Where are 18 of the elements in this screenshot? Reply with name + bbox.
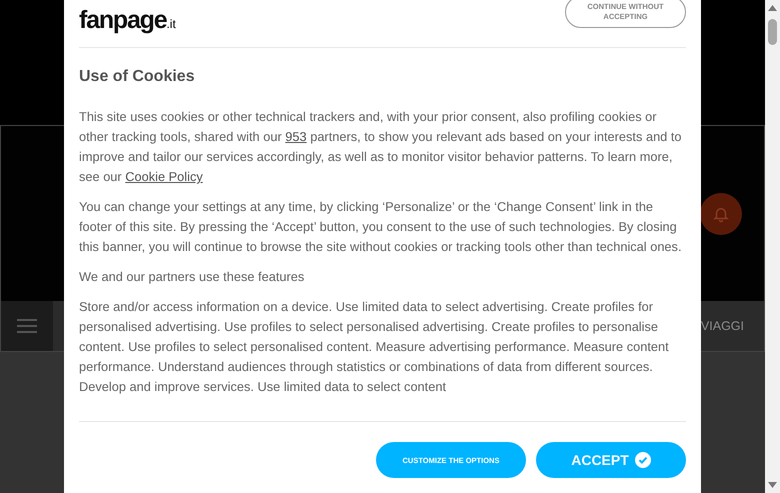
scroll-down-icon [768,482,777,488]
paragraph: Store and/or access information on a device. Use limited data to select advertising. Create profiles for personalised advertising. Use profiles to select personalised advertising. Create profiles to personalise content. Use profiles to select personalised content. Measure advertising performance. Measure content performance. Understand audiences through statistics or combinations of data from different sources. Develop and improve services. Use limited data to select content [79,298,670,396]
text-link[interactable]: Cookie Policy [125,169,203,184]
paragraph: This site uses cookies or other technical trackers and, with your prior consent, also profiling cookies or other tracking tools, shared with our 953 partners, to show you relevant ads based on your interests and to improve and tailor our services accordingly, as well as to monitor visitor behavior patterns. To learn more, see our Cookie Policy [79,108,683,186]
text-link[interactable]: 953 [285,129,307,144]
accept-button[interactable]: ACCEPT [536,442,686,478]
nav-link[interactable]: VIAGGI [700,319,744,333]
fanpage-logo: fanpage.it [79,6,176,35]
dialog-title: Use of Cookies [79,68,196,86]
scroll-up-icon [768,5,777,11]
menu-icon [17,319,37,333]
notification-button[interactable] [700,192,742,234]
paragraph: You can change your settings at any time, by clicking ‘Personalize’ or the ‘Change Consent’ link in the footer of this site. By pressing the ‘Accept’ button, you consent to the use of such technologies. By closing this banner, you will continue to browse the site without cookies or tracking tools other than technical ones. [79,198,683,256]
scrollbar[interactable] [765,0,780,493]
check-icon [634,452,651,468]
menu-button[interactable] [1,301,53,351]
scrollbar-thumb[interactable] [768,19,777,45]
paragraph: We and our partners use these features [79,268,306,286]
